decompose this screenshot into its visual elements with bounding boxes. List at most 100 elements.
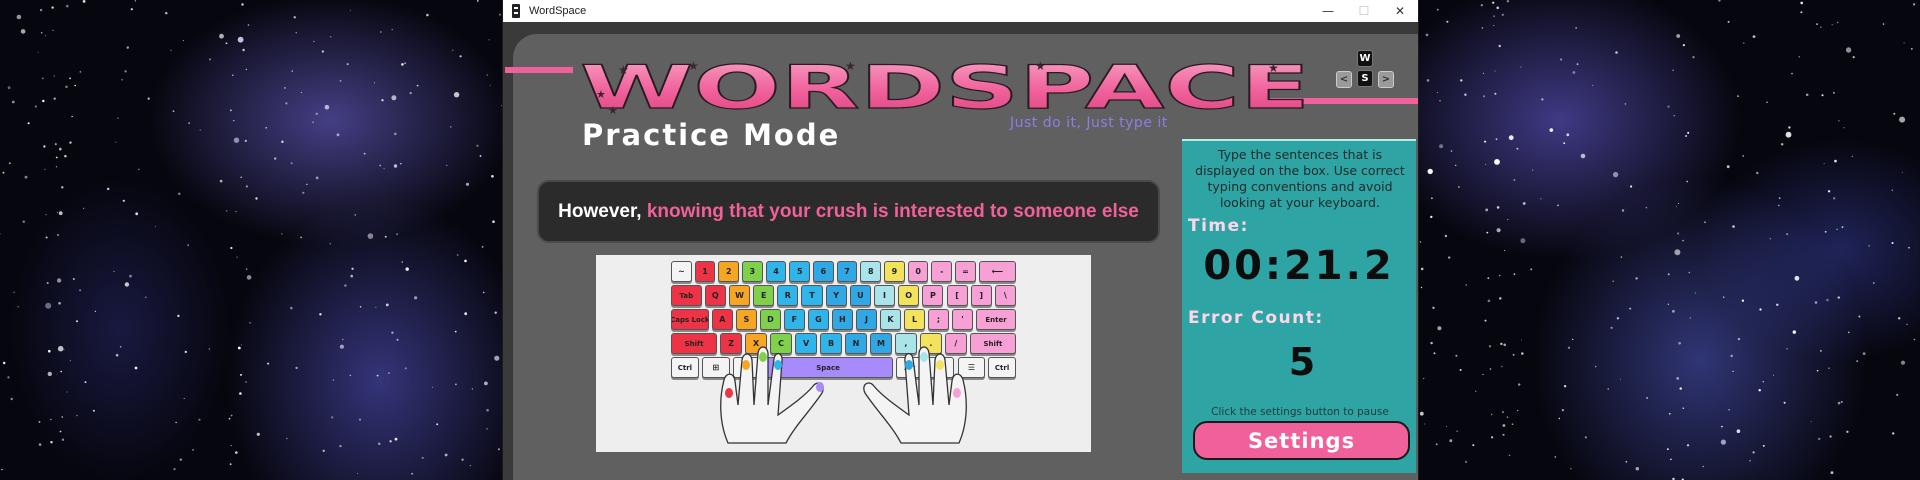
- star: [1781, 143, 1784, 146]
- star: [1786, 348, 1788, 350]
- star: [71, 115, 73, 118]
- star: [1901, 171, 1903, 173]
- star: [16, 14, 22, 20]
- star: [235, 451, 238, 454]
- star: [45, 302, 52, 309]
- star: [274, 157, 277, 160]
- star: [497, 448, 500, 451]
- star: [1843, 127, 1845, 129]
- star: [349, 9, 351, 11]
- star: [1563, 142, 1566, 145]
- star: [388, 372, 390, 374]
- star: [175, 421, 177, 424]
- star: [45, 236, 48, 239]
- star: [1704, 221, 1706, 224]
- star: [126, 46, 129, 49]
- star: [405, 267, 409, 271]
- star: [1624, 103, 1627, 105]
- star: [400, 163, 402, 165]
- star: [115, 353, 119, 357]
- star: [43, 145, 46, 148]
- settings-button[interactable]: Settings: [1193, 421, 1410, 460]
- close-button[interactable]: ✕: [1382, 0, 1418, 22]
- star: [1669, 413, 1671, 415]
- star: [351, 267, 354, 270]
- app-icon: [509, 4, 523, 18]
- star: [1692, 56, 1695, 59]
- star: [1800, 1, 1803, 5]
- star: [83, 207, 85, 209]
- star: [1517, 409, 1519, 412]
- star: [1788, 126, 1791, 129]
- star: [464, 312, 468, 316]
- star: [228, 417, 231, 420]
- star: [1489, 368, 1492, 370]
- star: [1800, 11, 1803, 14]
- star: [1832, 91, 1835, 94]
- star: [394, 437, 398, 441]
- star: [285, 102, 288, 105]
- star: [1682, 407, 1685, 410]
- star: [469, 464, 472, 467]
- maximize-button[interactable]: ☐: [1346, 0, 1382, 22]
- star: [45, 214, 47, 216]
- star: [1493, 24, 1495, 27]
- star: [1460, 79, 1463, 82]
- star: [237, 36, 244, 43]
- star: [24, 175, 28, 179]
- star: [1487, 277, 1490, 279]
- star: [290, 306, 293, 310]
- star: [332, 379, 334, 381]
- star: [1503, 343, 1506, 347]
- star: [1576, 63, 1579, 65]
- star: [255, 197, 258, 200]
- star: [1903, 42, 1905, 44]
- star: [1, 468, 3, 471]
- star: [324, 104, 330, 110]
- star: [1686, 444, 1690, 447]
- star: [471, 388, 474, 390]
- star: [383, 167, 385, 170]
- mini-key-left: <: [1336, 71, 1352, 88]
- star: [1436, 8, 1439, 11]
- star: [1629, 307, 1632, 310]
- star: [230, 246, 233, 250]
- star: [1420, 286, 1423, 289]
- star: [1444, 234, 1448, 238]
- star: [52, 29, 54, 32]
- star: [69, 360, 71, 362]
- star: [330, 416, 334, 419]
- star: [313, 40, 315, 43]
- star: [1786, 233, 1788, 235]
- pause-hint: Click the settings button to pause: [1211, 406, 1389, 418]
- star: [1677, 232, 1680, 235]
- star: [59, 147, 62, 151]
- minimize-button[interactable]: —: [1310, 0, 1346, 22]
- star: [1893, 112, 1896, 115]
- star: [1512, 353, 1515, 356]
- star: [284, 87, 286, 89]
- star: [391, 95, 397, 101]
- star: [312, 121, 314, 123]
- star: [57, 345, 64, 352]
- star: [321, 50, 324, 53]
- star: [454, 330, 457, 333]
- star: [0, 233, 1, 235]
- star: [69, 77, 71, 80]
- star: [172, 110, 175, 113]
- star: [219, 179, 223, 183]
- star: [13, 291, 15, 294]
- star: [1487, 299, 1491, 303]
- star: [249, 322, 252, 324]
- star: [416, 84, 419, 87]
- star: [1580, 153, 1586, 159]
- star: [117, 117, 119, 119]
- star: [1687, 131, 1690, 134]
- star: [375, 306, 377, 308]
- star: [293, 16, 296, 19]
- star: [1630, 185, 1633, 188]
- star: [27, 122, 30, 125]
- star: [1494, 92, 1497, 95]
- star: [134, 366, 138, 370]
- star: [1672, 309, 1675, 313]
